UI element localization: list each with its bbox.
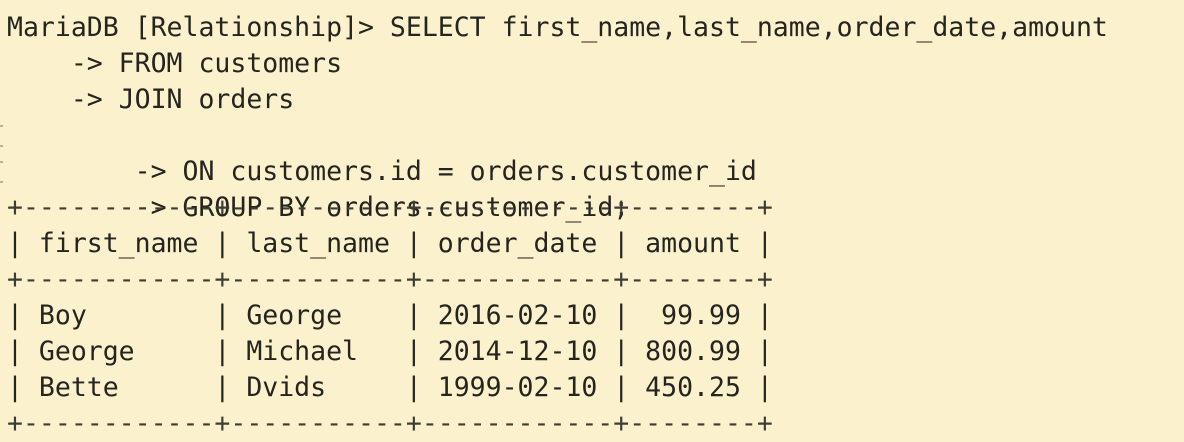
table-row: | Bette | Dvids | 1999-02-10 | 450.25 | [7,372,773,403]
gutter-bracket-icon [0,161,3,183]
table-header-row: | first_name | last_name | order_date | … [7,228,773,259]
table-border-top: +------------+-----------+------------+-… [7,192,773,223]
table-border-header: +------------+-----------+------------+-… [7,264,773,295]
sql-prompt-line: MariaDB [Relationship]> SELECT first_nam… [7,12,1108,43]
query-continuation-line: -> ON customers.id = orders.customer_id [0,118,1184,187]
gutter-bracket-icon [0,125,3,147]
table-border-bottom: +------------+-----------+------------+-… [7,408,773,439]
query-continuation-line: -> FROM customers [7,48,343,79]
query-continuation-line: -> GROUP BY orders.customer_id; [0,154,1184,223]
terminal-window[interactable]: MariaDB [Relationship]> SELECT first_nam… [0,0,1184,442]
query-continuation-line: -> JOIN orders [7,84,295,115]
table-row: | Boy | George | 2016-02-10 | 99.99 | [7,300,773,331]
table-row: | George | Michael | 2014-12-10 | 800.99… [7,336,773,367]
